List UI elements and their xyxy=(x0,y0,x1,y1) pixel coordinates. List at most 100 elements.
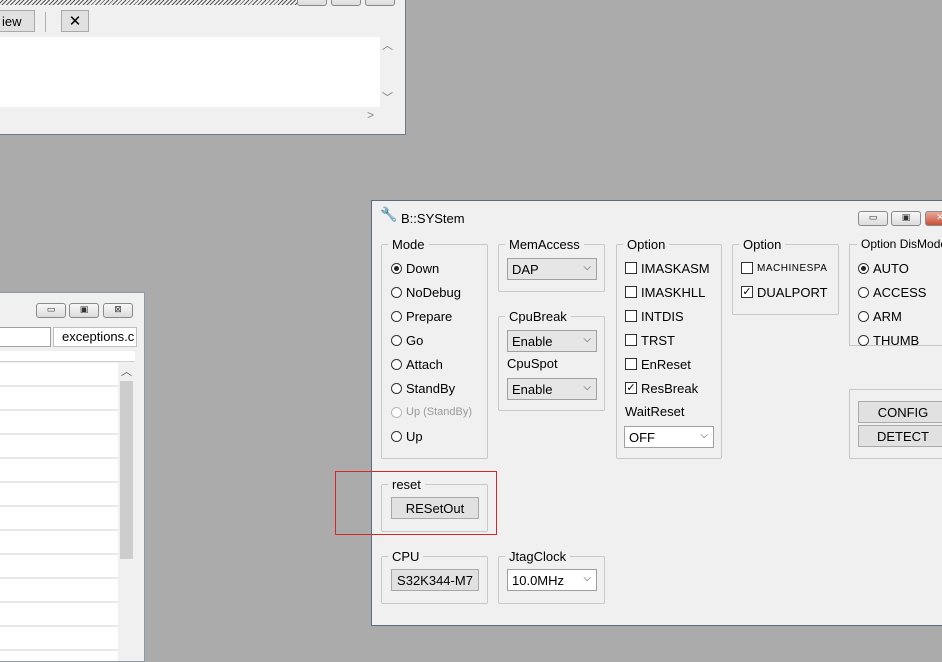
option-legend-1: Option xyxy=(627,237,666,252)
top-window-maximize-button[interactable] xyxy=(331,0,361,6)
radio-icon xyxy=(858,310,869,322)
waitreset-select[interactable]: OFF ⌵ xyxy=(624,426,714,448)
jtagclock-value: 10.0MHz xyxy=(512,572,565,588)
checkbox-imaskasm[interactable]: IMASKASM xyxy=(625,259,710,277)
left-window-list[interactable] xyxy=(0,363,118,661)
checkbox-trst[interactable]: TRST xyxy=(625,331,675,349)
system-maximize-button[interactable]: ▣ xyxy=(891,211,921,226)
mode-radio-nodebug[interactable]: NoDebug xyxy=(391,283,461,301)
system-minimize-button[interactable]: ▭ xyxy=(858,211,888,226)
mode-label-up-standby: Up (StandBy) xyxy=(406,406,473,418)
mode-label-go: Go xyxy=(406,332,424,348)
config-button[interactable]: CONFIG xyxy=(858,401,942,423)
dismode-label-auto: AUTO xyxy=(873,260,909,276)
radio-icon xyxy=(858,334,869,346)
checkbox-enreset[interactable]: EnReset xyxy=(625,355,691,373)
mode-radio-go[interactable]: Go xyxy=(391,331,423,349)
cpu-button[interactable]: S32K344-M7 xyxy=(391,569,479,591)
left-window-input[interactable] xyxy=(0,327,51,347)
top-window-vscrollbar[interactable]: ︿ ﹀ xyxy=(380,37,397,107)
dismode-radio-thumb[interactable]: THUMB xyxy=(858,331,919,349)
top-window: iew ✕ ︿ ﹀ > xyxy=(0,0,406,135)
radio-icon xyxy=(391,382,402,394)
scroll-right-icon[interactable]: > xyxy=(367,108,374,122)
checkbox-icon xyxy=(625,262,637,274)
radio-icon xyxy=(391,430,402,442)
left-window-header xyxy=(0,351,135,362)
tab-exceptions[interactable]: exceptions.c xyxy=(53,327,137,347)
radio-icon xyxy=(391,406,402,418)
waitreset-legend: WaitReset xyxy=(621,404,689,419)
mode-radio-prepare[interactable]: Prepare xyxy=(391,307,452,325)
cpubreak-select[interactable]: Enable ⌵ xyxy=(507,330,597,352)
system-window: 🔧 B::SYStem ▭ ▣ ✕ Mode Down NoDebug Prep… xyxy=(335,200,942,626)
checkbox-machinespa[interactable]: MACHINESPA xyxy=(741,259,827,277)
detect-button[interactable]: DETECT xyxy=(858,425,942,447)
mode-label-nodebug: NoDebug xyxy=(406,284,461,300)
radio-icon xyxy=(391,334,402,346)
left-window-vscrollbar[interactable]: ︿ xyxy=(118,363,135,661)
system-close-button[interactable]: ✕ xyxy=(925,211,942,226)
window-title: B::SYStem xyxy=(401,211,465,226)
view-button[interactable]: iew xyxy=(0,10,35,32)
cpuspot-legend: CpuSpot xyxy=(503,356,562,371)
checkbox-dualport[interactable]: ✓ DUALPORT xyxy=(741,283,828,301)
radio-icon xyxy=(858,286,869,298)
mode-label-attach: Attach xyxy=(406,356,443,372)
mode-radio-down[interactable]: Down xyxy=(391,259,439,277)
scroll-up-icon[interactable]: ︿ xyxy=(121,363,132,379)
left-window: ▭ ▣ ⊠ exceptions.c ︿ xyxy=(0,292,145,662)
tools-cross-button[interactable]: ✕ xyxy=(61,10,89,32)
checkbox-resbreak[interactable]: ✓ ResBreak xyxy=(625,379,698,397)
highlight-box xyxy=(335,471,497,535)
radio-icon xyxy=(391,358,402,370)
dismode-label-access: ACCESS xyxy=(873,284,927,300)
top-window-close-button[interactable] xyxy=(365,0,395,6)
checkbox-icon xyxy=(625,286,637,298)
mode-label-prepare: Prepare xyxy=(406,308,453,324)
memaccess-legend: MemAccess xyxy=(509,237,580,252)
left-window-minimize-button[interactable]: ▭ xyxy=(36,303,66,318)
chevron-down-icon: ⌵ xyxy=(583,382,591,393)
chevron-down-icon: ⌵ xyxy=(583,262,591,273)
radio-icon xyxy=(391,286,402,298)
scroll-thumb[interactable] xyxy=(120,381,133,559)
scroll-down-icon[interactable]: ﹀ xyxy=(382,89,393,105)
memaccess-select[interactable]: DAP ⌵ xyxy=(507,258,597,280)
cpuspot-select[interactable]: Enable ⌵ xyxy=(507,378,597,400)
wrench-icon: 🔧 xyxy=(380,207,398,223)
dismode-radio-arm[interactable]: ARM xyxy=(858,307,902,325)
left-window-close-button[interactable]: ⊠ xyxy=(103,303,133,318)
tools-cross-icon: ✕ xyxy=(68,12,82,30)
checkbox-label-enreset: EnReset xyxy=(641,356,691,372)
mode-radio-standby[interactable]: StandBy xyxy=(391,379,455,397)
top-window-minimize-button[interactable] xyxy=(297,0,327,6)
dismode-radio-access[interactable]: ACCESS xyxy=(858,283,926,301)
chevron-down-icon: ⌵ xyxy=(583,334,591,345)
jtagclock-legend: JtagClock xyxy=(509,549,567,564)
view-button-label: iew xyxy=(2,13,22,29)
top-window-hscrollbar[interactable]: > xyxy=(0,107,380,125)
cpuspot-value: Enable xyxy=(512,381,553,397)
mode-radio-attach[interactable]: Attach xyxy=(391,355,443,373)
mode-label-standby: StandBy xyxy=(406,380,456,396)
chevron-down-icon: ⌵ xyxy=(700,430,708,441)
top-window-content[interactable] xyxy=(0,37,380,107)
toolbar-separator xyxy=(45,12,46,32)
dismode-radio-auto[interactable]: AUTO xyxy=(858,259,909,277)
system-titlebar: 🔧 B::SYStem ▭ ▣ ✕ xyxy=(372,201,942,231)
dismode-legend: Option DisMode xyxy=(857,237,942,251)
waitreset-value: OFF xyxy=(629,429,655,445)
mode-label-up: Up xyxy=(406,428,423,444)
cpubreak-legend: CpuBreak xyxy=(509,309,567,324)
config-button-label: CONFIG xyxy=(877,404,929,420)
left-window-maximize-button[interactable]: ▣ xyxy=(69,303,99,318)
checkbox-icon xyxy=(625,310,637,322)
detect-button-label: DETECT xyxy=(877,428,929,444)
mode-radio-up[interactable]: Up xyxy=(391,427,423,445)
radio-icon xyxy=(391,262,402,274)
scroll-up-icon[interactable]: ︿ xyxy=(382,37,393,53)
checkbox-intdis[interactable]: INTDIS xyxy=(625,307,684,325)
jtagclock-select[interactable]: 10.0MHz ⌵ xyxy=(507,569,597,591)
checkbox-imaskhll[interactable]: IMASKHLL xyxy=(625,283,705,301)
